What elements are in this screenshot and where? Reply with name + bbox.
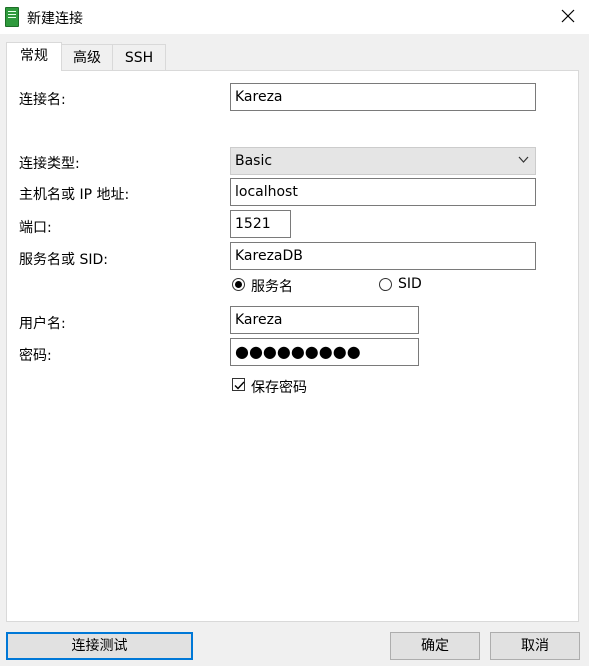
- connection-type-value: Basic: [235, 153, 273, 169]
- cancel-button[interactable]: 取消: [490, 632, 580, 660]
- checkmark-icon: [234, 381, 245, 390]
- password-input[interactable]: ●●●●●●●●●: [230, 338, 419, 366]
- service-name-radio[interactable]: [232, 278, 245, 291]
- close-button[interactable]: [552, 2, 584, 30]
- save-password-checkbox[interactable]: [232, 378, 245, 391]
- host-label: 主机名或 IP 地址:: [19, 187, 130, 203]
- window-title: 新建连接: [27, 11, 83, 27]
- service-name-radio-label: 服务名: [251, 279, 293, 295]
- close-icon: [561, 9, 575, 23]
- chevron-down-icon: [518, 156, 529, 163]
- connection-name-label: 连接名:: [19, 92, 66, 108]
- connection-type-select[interactable]: Basic: [230, 147, 536, 175]
- connection-name-input[interactable]: Kareza: [230, 83, 536, 111]
- tab-ssh[interactable]: SSH: [112, 44, 166, 70]
- test-connection-button[interactable]: 连接测试: [6, 632, 193, 660]
- username-label: 用户名:: [19, 316, 66, 332]
- host-input[interactable]: localhost: [230, 178, 536, 206]
- username-input[interactable]: Kareza: [230, 306, 419, 334]
- service-label: 服务名或 SID:: [19, 252, 108, 268]
- tab-general[interactable]: 常规: [6, 42, 62, 71]
- ok-button[interactable]: 确定: [390, 632, 480, 660]
- tab-advanced[interactable]: 高级: [61, 44, 113, 70]
- password-label: 密码:: [19, 348, 52, 364]
- connection-type-label: 连接类型:: [19, 156, 80, 172]
- port-label: 端口:: [19, 220, 52, 236]
- title-bar: 新建连接: [0, 0, 589, 34]
- sid-radio[interactable]: [379, 278, 392, 291]
- port-input[interactable]: 1521: [230, 210, 291, 238]
- database-icon: [5, 7, 19, 27]
- save-password-label: 保存密码: [251, 380, 307, 396]
- sid-radio-label: SID: [398, 276, 422, 292]
- service-input[interactable]: KarezaDB: [230, 242, 536, 270]
